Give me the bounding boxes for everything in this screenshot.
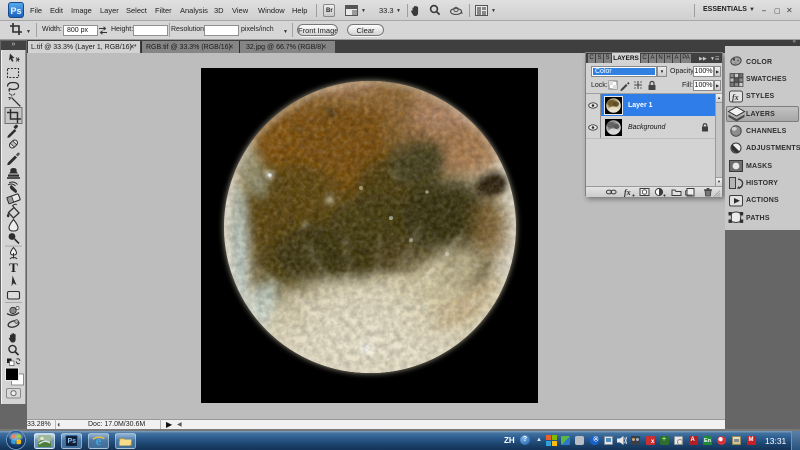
svg-text:T: T <box>9 260 18 275</box>
svg-text:e: e <box>96 434 102 447</box>
svg-text:fx: fx <box>732 93 739 102</box>
svg-text:fx: fx <box>624 188 631 197</box>
